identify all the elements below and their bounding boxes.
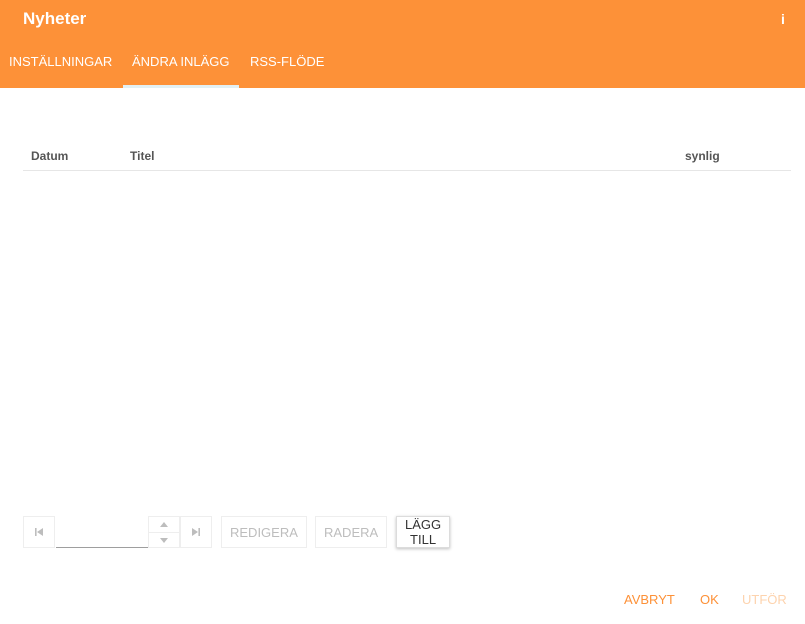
tab-andra-inlagg[interactable]: ÄNDRA INLÄGG [123, 40, 239, 88]
edit-button[interactable]: REDIGERA [221, 516, 307, 548]
page-spinner [148, 516, 180, 548]
table-header: Datum Titel synlig [23, 140, 791, 171]
tab-rss-flode[interactable]: RSS-FLÖDE [241, 40, 333, 85]
page-number-input[interactable] [56, 516, 148, 548]
spin-down-icon [160, 538, 168, 543]
first-page-icon [35, 528, 43, 536]
info-icon[interactable]: i [778, 11, 788, 27]
dialog-title: Nyheter [23, 9, 87, 28]
spin-down-button[interactable] [149, 533, 179, 548]
spin-up-button[interactable] [149, 517, 179, 533]
add-button[interactable]: LÄGG TILL [396, 516, 451, 548]
apply-button[interactable]: UTFÖR [742, 592, 787, 607]
tab-installningar[interactable]: INSTÄLLNINGAR [0, 40, 121, 85]
delete-button[interactable]: RADERA [315, 516, 388, 548]
last-page-icon [192, 528, 200, 536]
dialog-header: Nyheter i INSTÄLLNINGAR ÄNDRA INLÄGG RSS… [0, 0, 805, 88]
spin-up-icon [160, 522, 168, 527]
ok-button[interactable]: OK [700, 592, 719, 607]
last-page-button[interactable] [180, 516, 212, 548]
column-header-datum[interactable]: Datum [31, 149, 68, 163]
column-header-titel[interactable]: Titel [130, 149, 154, 163]
first-page-button[interactable] [23, 516, 55, 548]
column-header-synlig[interactable]: synlig [685, 149, 720, 163]
cancel-button[interactable]: AVBRYT [624, 592, 675, 607]
